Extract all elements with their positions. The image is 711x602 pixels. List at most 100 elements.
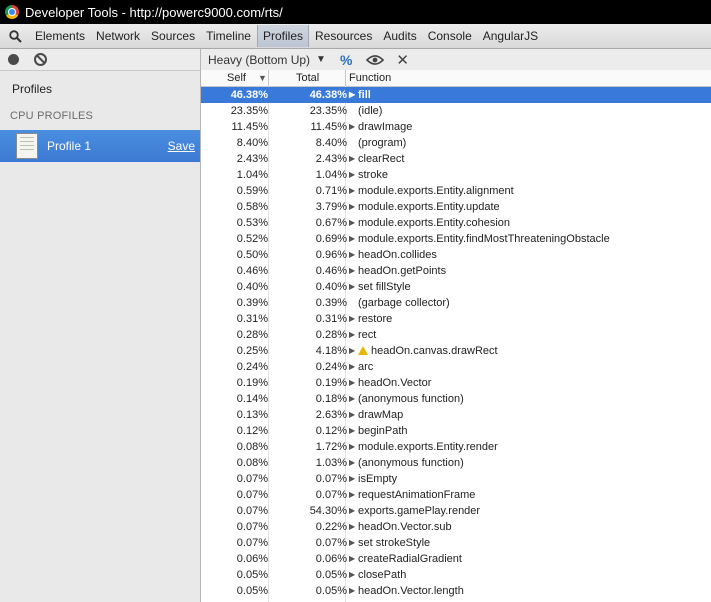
expand-arrow-icon[interactable]: ▶ <box>349 567 358 583</box>
tab-network[interactable]: Network <box>91 25 145 47</box>
column-divider[interactable] <box>268 70 269 86</box>
expand-arrow-icon[interactable]: ▶ <box>349 199 358 215</box>
tab-timeline[interactable]: Timeline <box>201 25 256 47</box>
table-row[interactable]: 0.52% 0.69% ▶ module.exports.Entity.findMos… <box>201 231 711 247</box>
close-icon[interactable]: ✕ <box>396 51 409 69</box>
expand-arrow-icon[interactable]: ▶ <box>349 583 358 599</box>
expand-arrow-icon[interactable]: ▶ <box>349 471 358 487</box>
expand-arrow-icon[interactable]: ▶ <box>349 167 358 183</box>
function-cell: ▶ headOn.canvas.drawRect <box>349 343 498 359</box>
table-row[interactable]: 0.05% 0.05% ▶ closePath <box>201 567 711 583</box>
table-row[interactable]: 0.46% 0.46% ▶ headOn.getPoints <box>201 263 711 279</box>
function-cell: (idle) <box>349 103 382 119</box>
table-row[interactable]: 0.07% 0.07% ▶ isEmpty <box>201 471 711 487</box>
expand-arrow-icon[interactable]: ▶ <box>349 375 358 391</box>
table-row[interactable]: 0.13% 2.63% ▶ drawMap <box>201 407 711 423</box>
chrome-logo-icon <box>5 5 19 19</box>
table-row[interactable]: 0.50% 0.96% ▶ headOn.collides <box>201 247 711 263</box>
self-cell: 0.05% <box>236 585 268 597</box>
sidebar-toolbar <box>0 49 200 71</box>
table-row[interactable]: 0.31% 0.31% ▶ restore <box>201 311 711 327</box>
table-row[interactable]: 2.43% 2.43% ▶ clearRect <box>201 151 711 167</box>
table-row[interactable]: 0.53% 0.67% ▶ module.exports.Entity.cohesio… <box>201 215 711 231</box>
column-header-total[interactable]: Total <box>296 70 319 86</box>
expand-arrow-icon[interactable]: ▶ <box>349 455 358 471</box>
expand-arrow-icon[interactable]: ▶ <box>349 247 358 263</box>
tab-resources[interactable]: Resources <box>310 25 377 47</box>
column-header-self[interactable]: Self <box>227 70 246 86</box>
table-row[interactable]: 0.28% 0.28% ▶ rect <box>201 327 711 343</box>
table-row[interactable]: 0.07% 0.07% ▶ set strokeStyle <box>201 535 711 551</box>
save-link[interactable]: Save <box>168 139 195 153</box>
expand-arrow-icon[interactable]: ▶ <box>349 119 358 135</box>
tab-console[interactable]: Console <box>423 25 477 47</box>
table-row[interactable]: 0.07% 0.22% ▶ headOn.Vector.sub <box>201 519 711 535</box>
table-row[interactable]: 0.58% 3.79% ▶ module.exports.Entity.update <box>201 199 711 215</box>
self-cell: 0.52% <box>236 233 268 245</box>
function-cell: (program) <box>349 135 406 151</box>
tab-angularjs[interactable]: AngularJS <box>478 25 543 47</box>
total-cell: 0.07% <box>315 489 347 501</box>
expand-arrow-icon[interactable]: ▶ <box>349 327 358 343</box>
expand-arrow-icon[interactable]: ▶ <box>349 183 358 199</box>
function-name: closePath <box>358 569 407 581</box>
column-header-function[interactable]: Function <box>349 70 391 86</box>
expand-arrow-icon[interactable]: ▶ <box>349 311 358 327</box>
table-row[interactable]: 1.04% 1.04% ▶ stroke <box>201 167 711 183</box>
expand-arrow-icon[interactable]: ▶ <box>349 279 358 295</box>
table-row[interactable]: 0.05% 0.05% ▶ headOn.Vector.length <box>201 583 711 599</box>
expand-arrow-icon[interactable]: ▶ <box>349 503 358 519</box>
search-icon[interactable] <box>3 24 27 48</box>
view-mode-select[interactable]: Heavy (Bottom Up) ▼ <box>201 53 326 67</box>
table-row[interactable]: 0.07% 0.07% ▶ requestAnimationFrame <box>201 487 711 503</box>
warning-icon <box>358 345 368 355</box>
table-row[interactable]: 0.59% 0.71% ▶ module.exports.Entity.alignme… <box>201 183 711 199</box>
table-row[interactable]: 0.40% 0.40% ▶ set fillStyle <box>201 279 711 295</box>
expand-arrow-icon[interactable]: ▶ <box>349 215 358 231</box>
sidebar-section-cpu-profiles: CPU PROFILES <box>10 110 94 122</box>
table-row[interactable]: 0.08% 1.72% ▶ module.exports.Entity.render <box>201 439 711 455</box>
expand-arrow-icon[interactable]: ▶ <box>349 359 358 375</box>
table-row[interactable]: 0.14% 0.18% ▶ (anonymous function) <box>201 391 711 407</box>
expand-arrow-icon[interactable]: ▶ <box>349 343 358 359</box>
table-row[interactable]: 0.39% 0.39% (garbage collector) <box>201 295 711 311</box>
table-row[interactable]: 0.19% 0.19% ▶ headOn.Vector <box>201 375 711 391</box>
table-row[interactable]: 0.06% 0.06% ▶ createRadialGradient <box>201 551 711 567</box>
tab-profiles[interactable]: Profiles <box>256 25 309 47</box>
expand-arrow-icon[interactable]: ▶ <box>349 151 358 167</box>
clear-icon[interactable] <box>34 53 47 66</box>
record-icon[interactable] <box>8 54 19 65</box>
tab-elements[interactable]: Elements <box>30 25 90 47</box>
total-cell: 11.45% <box>310 121 348 133</box>
expand-arrow-icon[interactable]: ▶ <box>349 439 358 455</box>
table-row[interactable]: 23.35% 23.35% (idle) <box>201 103 711 119</box>
column-divider[interactable] <box>345 70 346 86</box>
expand-arrow-icon[interactable]: ▶ <box>349 87 358 103</box>
percent-toggle-button[interactable]: % <box>340 52 352 68</box>
table-row[interactable]: 0.25% 4.18% ▶ headOn.canvas.drawRect <box>201 343 711 359</box>
function-name: drawImage <box>358 121 413 133</box>
expand-arrow-icon[interactable]: ▶ <box>349 263 358 279</box>
function-name: module.exports.Entity.render <box>358 441 498 453</box>
table-row[interactable]: 0.07% 54.30% ▶ exports.gamePlay.render <box>201 503 711 519</box>
expand-arrow-icon[interactable]: ▶ <box>349 535 358 551</box>
expand-arrow-icon[interactable]: ▶ <box>349 423 358 439</box>
eye-icon[interactable] <box>366 54 385 66</box>
sidebar-item-profile-1[interactable]: Profile 1 Save <box>0 130 200 162</box>
expand-arrow-icon[interactable]: ▶ <box>349 407 358 423</box>
table-row[interactable]: 11.45% 11.45% ▶ drawImage <box>201 119 711 135</box>
table-row[interactable]: 0.08% 1.03% ▶ (anonymous function) <box>201 455 711 471</box>
table-row[interactable]: 0.12% 0.12% ▶ beginPath <box>201 423 711 439</box>
function-name: exports.gamePlay.render <box>358 505 481 517</box>
table-row[interactable]: 0.24% 0.24% ▶ arc <box>201 359 711 375</box>
expand-arrow-icon[interactable]: ▶ <box>349 487 358 503</box>
table-row[interactable]: 46.38% 46.38% ▶ fill <box>201 87 711 103</box>
expand-arrow-icon[interactable]: ▶ <box>349 391 358 407</box>
expand-arrow-icon[interactable]: ▶ <box>349 519 358 535</box>
total-cell: 0.07% <box>315 473 347 485</box>
tab-audits[interactable]: Audits <box>378 25 421 47</box>
expand-arrow-icon[interactable]: ▶ <box>349 551 358 567</box>
tab-sources[interactable]: Sources <box>146 25 200 47</box>
table-row[interactable]: 8.40% 8.40% (program) <box>201 135 711 151</box>
expand-arrow-icon[interactable]: ▶ <box>349 231 358 247</box>
